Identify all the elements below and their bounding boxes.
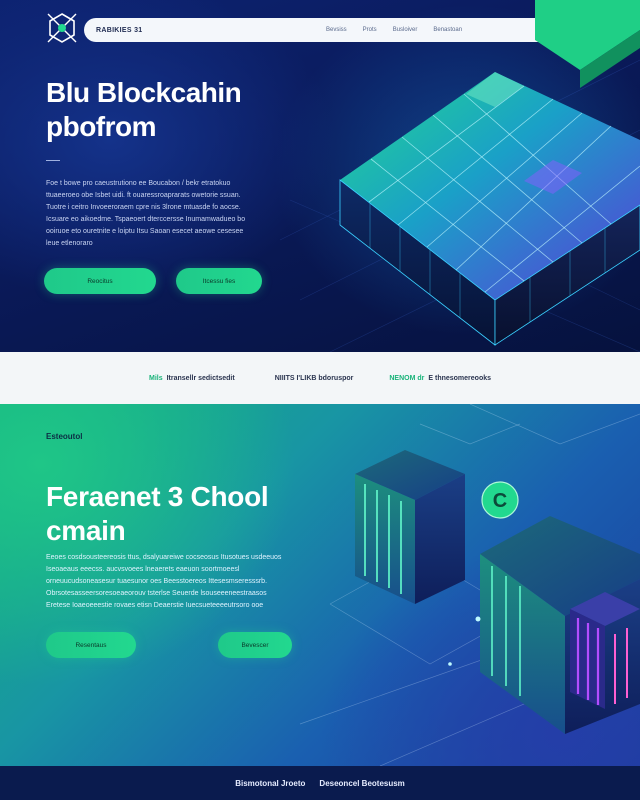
hero-primary-button[interactable]: Reocitus <box>44 268 156 294</box>
svg-text:C: C <box>493 490 507 512</box>
hexagon-logo-icon[interactable] <box>44 10 80 46</box>
strip-item-text: Itransellr sedictsedit <box>166 374 235 382</box>
isometric-block-grid-illustration <box>339 0 640 346</box>
footer-link[interactable]: Bismotonal Jroeto <box>235 779 305 788</box>
hero-title: Blu Blockcahin pbofrom <box>46 77 242 142</box>
nav-brand-text[interactable]: RABIKIES 31 <box>96 27 296 34</box>
feature-strip: Mils Itransellr sedictsedit NIIITS I'LIK… <box>0 352 640 404</box>
hero-section: RABIKIES 31 Bevsiss Prots Busloiver Bena… <box>0 0 640 352</box>
strip-item-text: E thnesomereooks <box>428 374 492 382</box>
feature-body-text: Eeoes cosdsousteereosis ttus, dsalyuarei… <box>46 554 282 609</box>
strip-item-text: NIIITS I'LIKB bdoruspor <box>274 374 354 382</box>
strip-item-accent: Mils <box>148 374 163 382</box>
feature-title: Feraenet 3 Chool cmain <box>46 481 269 546</box>
feature-section: Esteoutol Feraenet 3 Chool cmain Eeoes c… <box>0 404 640 766</box>
footer-link[interactable]: Deseoncel Beotesusm <box>319 779 404 788</box>
strip-item: NIIITS I'LIKB bdoruspor <box>271 375 354 382</box>
isometric-servers-illustration: C <box>355 450 640 734</box>
feature-secondary-button[interactable]: Bevescer <box>218 632 292 658</box>
footer-bar: Bismotonal Jroeto Deseoncel Beotesusm <box>0 766 640 800</box>
strip-item-accent: NENOM dr <box>389 374 425 382</box>
strip-item: Mils Itransellr sedictsedit <box>149 375 235 382</box>
hero-divider <box>46 160 60 161</box>
feature-eyebrow: Esteoutol <box>46 432 83 441</box>
feature-primary-button[interactable]: Resentaus <box>46 632 136 658</box>
hero-secondary-button[interactable]: Itcessu fies <box>176 268 262 294</box>
strip-item: NENOM dr E thnesomereooks <box>389 375 491 382</box>
hero-body-text: Foe t bowe pro caeustrutiono ee Boucabon… <box>46 180 246 247</box>
